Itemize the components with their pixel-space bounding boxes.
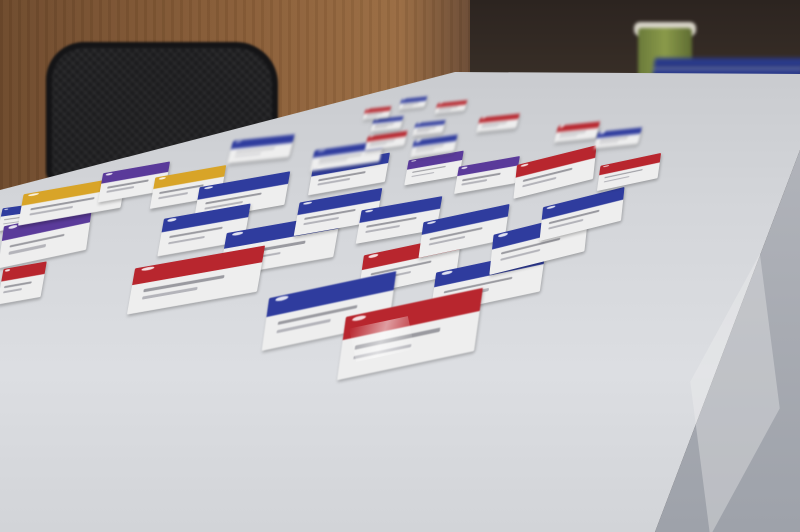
name-badge	[594, 127, 642, 149]
badge-logo-icon	[303, 201, 312, 206]
badge-logo-icon	[235, 140, 243, 143]
badge-logo-icon	[416, 123, 421, 125]
badge-affiliation-line	[481, 125, 499, 128]
photo-scene	[0, 0, 800, 532]
badge-logo-icon	[7, 224, 17, 230]
badge-logo-icon	[5, 268, 10, 273]
badge-color-band	[596, 127, 642, 138]
name-badge	[476, 113, 520, 133]
name-badge	[364, 130, 408, 152]
name-badge	[596, 152, 662, 192]
badge-logo-icon	[415, 140, 421, 143]
name-badge	[227, 134, 295, 164]
badge-color-band	[457, 155, 520, 177]
badge-affiliation-line	[366, 114, 378, 117]
name-badge	[398, 96, 428, 110]
badge-logo-icon	[461, 165, 468, 169]
badge-logo-icon	[167, 217, 177, 222]
badge-logo-icon	[481, 117, 486, 120]
badge-color-band	[478, 113, 520, 124]
badge-logo-icon	[441, 270, 453, 276]
name-badge	[0, 261, 47, 305]
badge-logo-icon	[274, 295, 288, 303]
name-badge	[126, 245, 266, 315]
badge-affiliation-line	[599, 140, 619, 144]
badge-logo-icon	[497, 232, 508, 238]
badge-color-band	[414, 120, 446, 128]
badge-affiliation-line	[416, 129, 430, 132]
badge-affiliation-line	[235, 152, 262, 157]
badge-logo-icon	[365, 209, 374, 213]
badge-affiliation-line	[374, 125, 388, 128]
badge-affiliation-line	[410, 171, 435, 178]
badge-name-line	[600, 136, 628, 141]
badge-name-line	[560, 131, 587, 135]
name-badge	[412, 120, 446, 136]
badge-logo-icon	[105, 172, 113, 176]
badge-logo-icon	[410, 159, 417, 163]
badge-affiliation-line	[438, 108, 452, 111]
badge-logo-icon	[203, 185, 214, 190]
badge-affiliation-line	[559, 134, 578, 138]
badge-color-band	[556, 121, 600, 132]
badge-name-line	[4, 281, 32, 289]
badge-affiliation-line	[3, 288, 22, 294]
badge-name-line	[235, 147, 275, 153]
name-badge	[434, 100, 468, 114]
badge-logo-icon	[603, 164, 610, 168]
name-badge	[554, 121, 600, 143]
badge-logo-icon	[366, 109, 370, 111]
badge-logo-icon	[374, 119, 379, 121]
badge-logo-icon	[520, 162, 529, 168]
name-badges-group	[0, 0, 800, 532]
badge-logo-icon	[4, 208, 9, 211]
badge-color-band	[230, 134, 295, 150]
badge-logo-icon	[158, 176, 166, 181]
badge-affiliation-line	[402, 104, 414, 107]
badge-logo-icon	[546, 205, 556, 210]
badge-logo-icon	[427, 220, 437, 225]
badge-logo-icon	[351, 314, 367, 322]
badge-logo-icon	[317, 149, 325, 153]
badge-logo-icon	[559, 125, 565, 128]
badge-logo-icon	[368, 253, 379, 259]
badge-logo-icon	[599, 131, 605, 134]
badge-logo-icon	[369, 136, 374, 138]
name-badge	[513, 145, 597, 199]
badge-logo-icon	[28, 192, 39, 197]
name-badge	[370, 116, 404, 132]
name-badge	[454, 155, 520, 195]
badge-logo-icon	[402, 99, 406, 101]
badge-logo-icon	[140, 266, 155, 272]
badge-logo-icon	[438, 103, 442, 105]
badge-logo-icon	[231, 231, 244, 237]
